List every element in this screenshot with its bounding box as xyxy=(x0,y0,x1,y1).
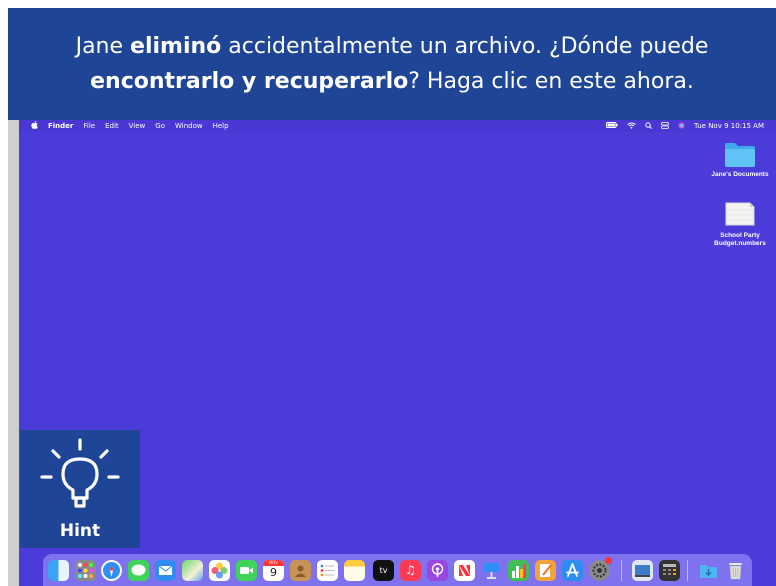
podcasts-icon[interactable] xyxy=(427,560,448,581)
instruction-text: ? Haga clic en este ahora. xyxy=(408,69,694,94)
notes-icon[interactable] xyxy=(344,560,365,581)
control-center-icon[interactable] xyxy=(661,121,669,131)
tv-label: tv xyxy=(379,566,388,575)
instruction-emphasis: encontrarlo y recuperarlo xyxy=(90,69,409,94)
numbers-icon[interactable] xyxy=(508,560,529,581)
apple-menu-icon[interactable] xyxy=(31,120,38,132)
instruction-text: Jane xyxy=(75,34,131,59)
instruction-emphasis: eliminó xyxy=(130,34,222,59)
calendar-day: 9 xyxy=(270,566,277,579)
instruction-banner: Jane eliminó accidentalmente un archivo.… xyxy=(8,8,776,120)
menu-clock[interactable]: Tue Nov 9 10:15 AM xyxy=(694,122,764,130)
dock: NOV 9 tv ♫ xyxy=(43,554,752,586)
reminders-icon[interactable] xyxy=(317,560,338,581)
lightbulb-icon xyxy=(40,438,120,508)
contacts-icon[interactable] xyxy=(290,560,311,581)
siri-icon[interactable] xyxy=(678,122,685,131)
instruction-line-2: encontrarlo y recuperarlo? Haga clic en … xyxy=(90,64,694,99)
trash-icon[interactable] xyxy=(725,560,746,581)
menu-file[interactable]: File xyxy=(83,122,95,130)
menu-go[interactable]: Go xyxy=(155,122,165,130)
photos-icon[interactable] xyxy=(209,560,230,581)
file-label-line-2: Budget.numbers xyxy=(714,240,766,247)
wifi-icon[interactable] xyxy=(627,122,636,131)
music-icon[interactable]: ♫ xyxy=(400,560,421,581)
instruction-text: accidentalmente un archivo. ¿Dónde puede xyxy=(221,34,709,59)
safari-icon[interactable] xyxy=(101,560,122,581)
news-icon[interactable] xyxy=(454,560,475,581)
menu-finder[interactable]: Finder xyxy=(48,122,73,130)
messages-icon[interactable] xyxy=(128,560,149,581)
menu-edit[interactable]: Edit xyxy=(105,122,119,130)
notification-badge xyxy=(605,557,612,564)
keynote-icon[interactable] xyxy=(481,560,502,581)
downloads-folder-icon[interactable] xyxy=(698,560,719,581)
launchpad-icon[interactable] xyxy=(75,560,96,581)
numbers-document-icon xyxy=(725,202,755,226)
battery-icon[interactable] xyxy=(606,122,618,130)
app-store-icon[interactable] xyxy=(562,560,583,581)
facetime-icon[interactable] xyxy=(236,560,257,581)
calendar-icon[interactable]: NOV 9 xyxy=(263,560,284,581)
file-label-line-1: School Party xyxy=(720,232,760,239)
mail-icon[interactable] xyxy=(155,560,176,581)
maps-icon[interactable] xyxy=(182,560,203,581)
preview-icon[interactable] xyxy=(632,560,653,581)
left-gutter xyxy=(8,120,19,586)
dock-separator xyxy=(621,560,622,581)
instruction-line-1: Jane eliminó accidentalmente un archivo.… xyxy=(76,29,709,64)
pages-icon[interactable] xyxy=(535,560,556,581)
menu-window[interactable]: Window xyxy=(175,122,203,130)
hint-button[interactable]: Hint xyxy=(20,430,140,548)
dock-separator xyxy=(687,560,688,581)
folder-label: Jane's Documents xyxy=(711,171,769,178)
folder-icon xyxy=(725,143,755,167)
apple-tv-icon[interactable]: tv xyxy=(373,560,394,581)
menu-view[interactable]: View xyxy=(129,122,146,130)
menu-bar: Finder File Edit View Go Window Help Tue… xyxy=(19,120,776,132)
finder-icon[interactable] xyxy=(48,560,69,581)
calculator-icon[interactable] xyxy=(659,560,680,581)
spotlight-icon[interactable] xyxy=(645,121,652,131)
hint-label: Hint xyxy=(59,521,101,541)
menu-help[interactable]: Help xyxy=(213,122,229,130)
desktop-folder-janes-documents[interactable]: Jane's Documents xyxy=(705,140,775,179)
desktop-file-school-party-budget[interactable]: School Party Budget.numbers xyxy=(705,200,775,248)
